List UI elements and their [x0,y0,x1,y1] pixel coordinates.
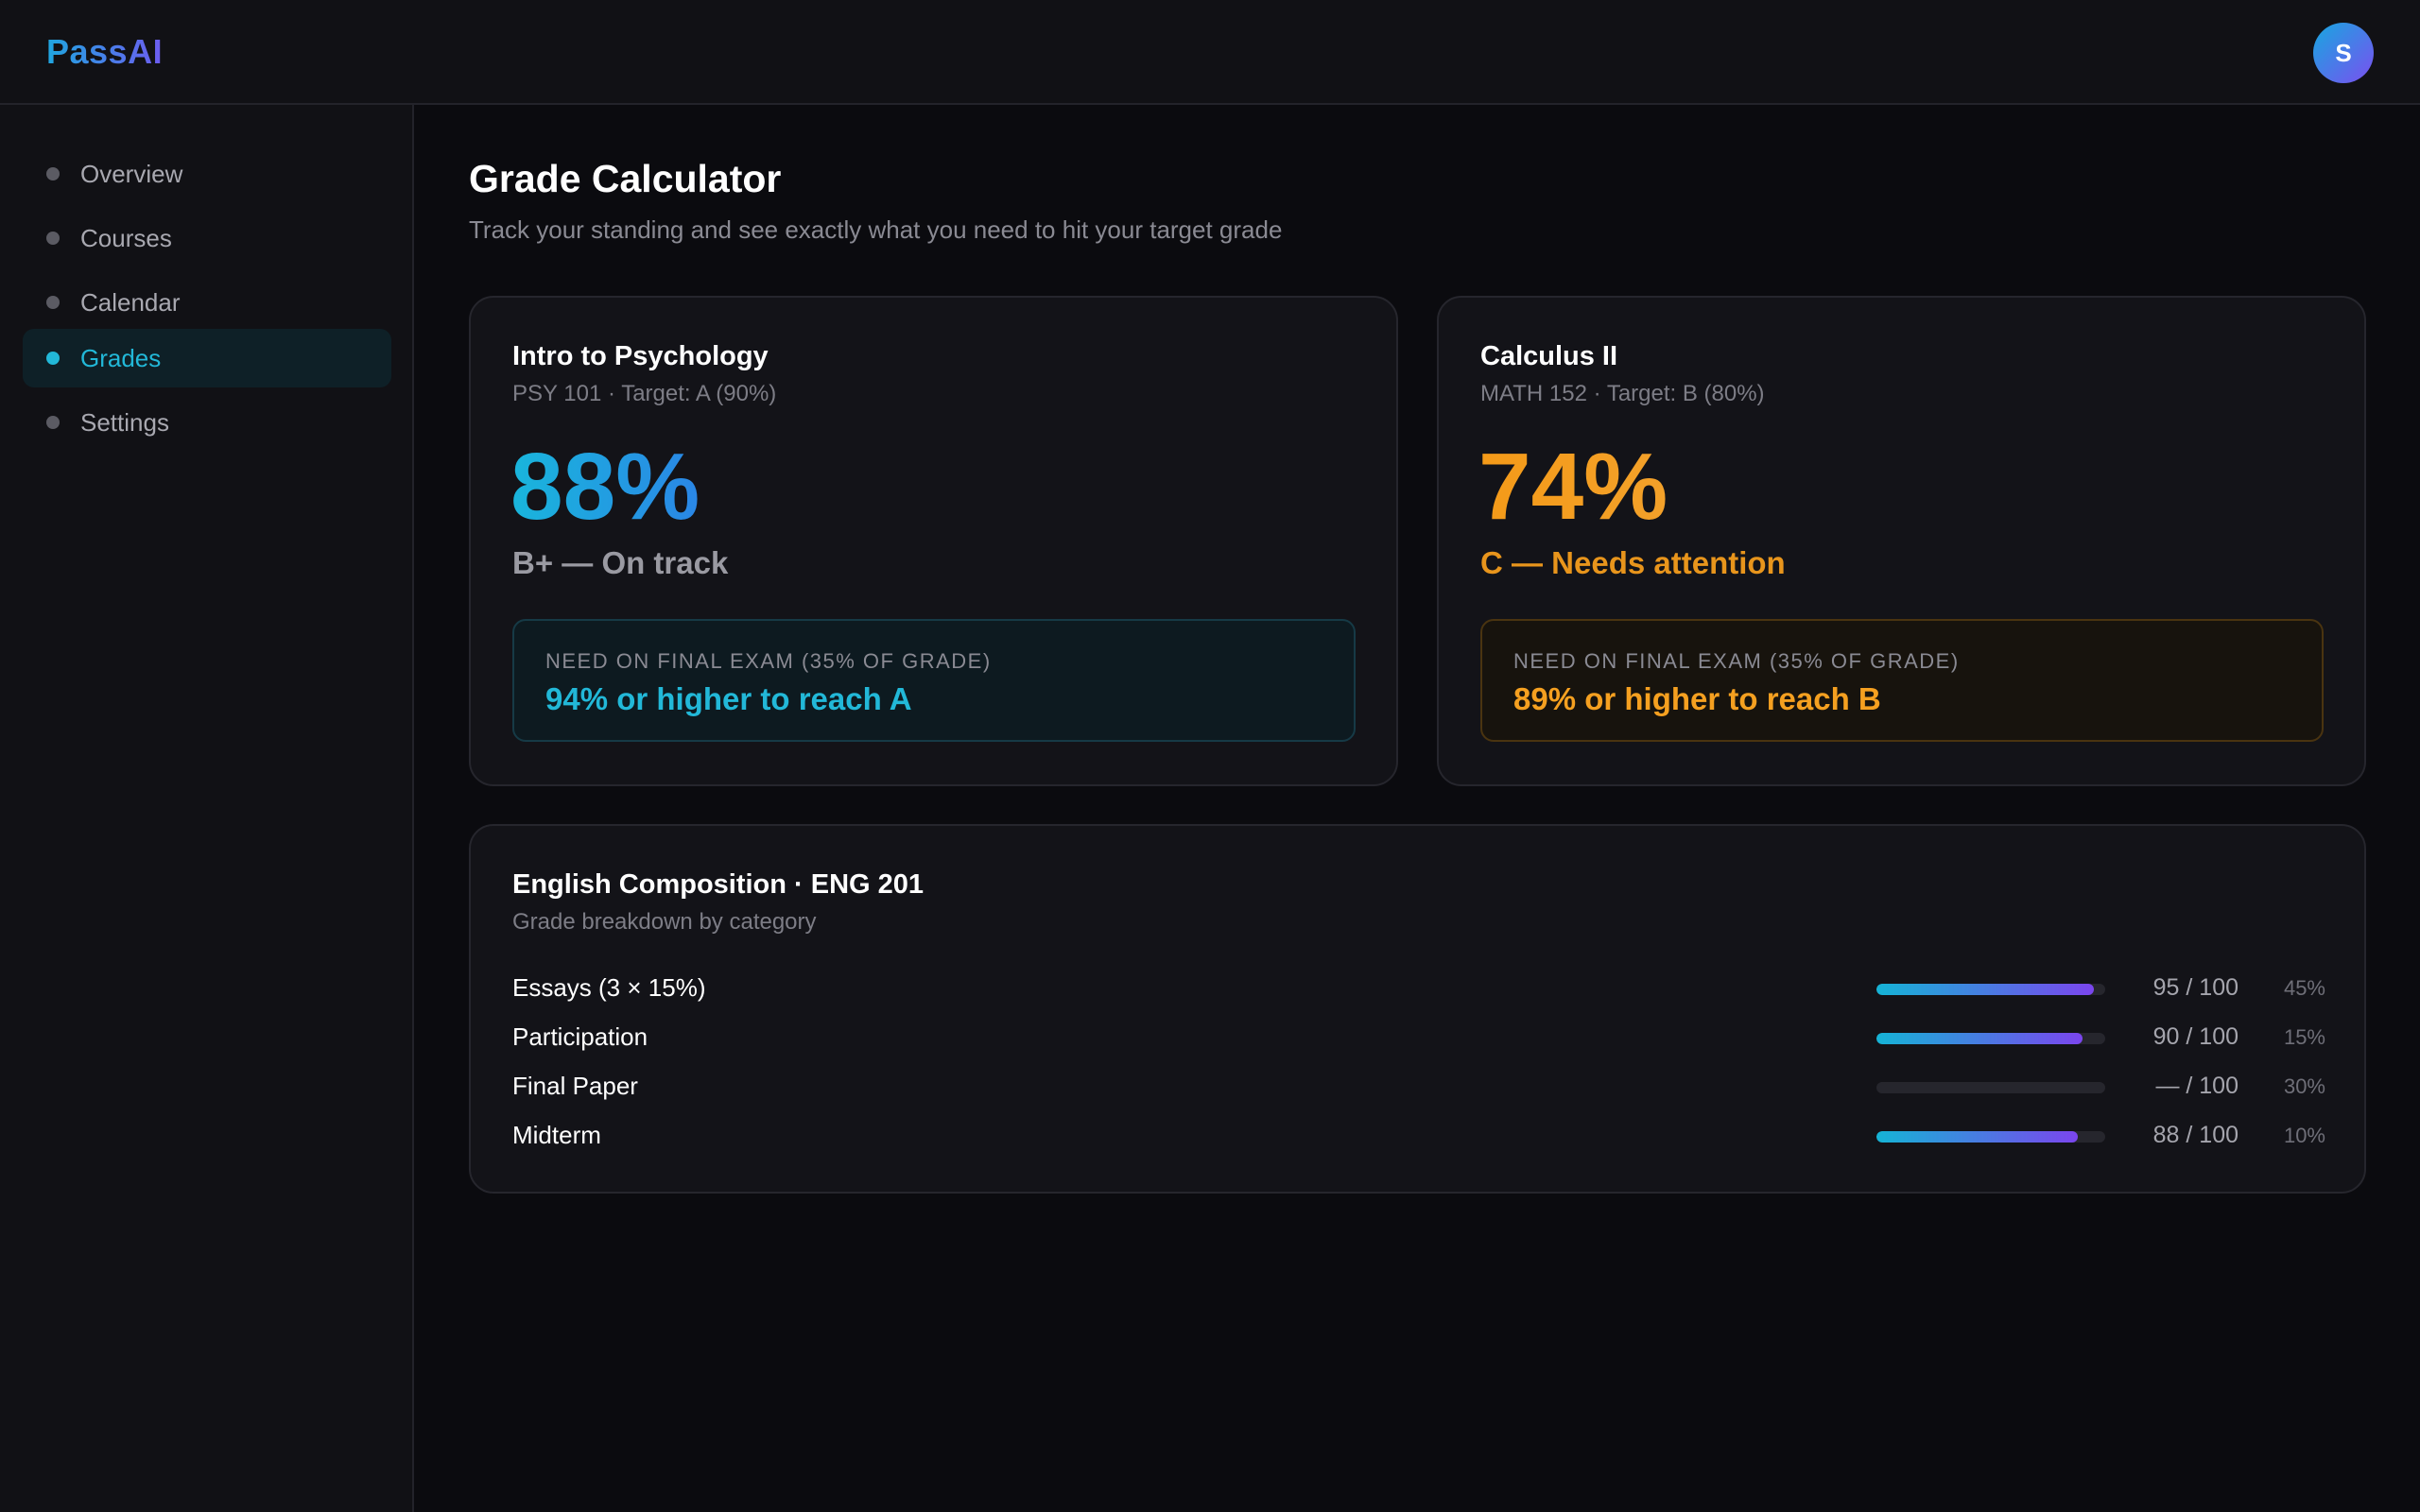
course-card-calculus: Calculus II MATH 152 · Target: B (80%) 7… [1437,296,2366,786]
score-progress-fill [1876,984,2094,995]
breakdown-row: Final Paper — / 100 30% [512,1068,2325,1106]
requirement-label: NEED ON FINAL EXAM (35% OF GRADE) [545,649,992,673]
course-card-psychology: Intro to Psychology PSY 101 · Target: A … [469,296,1398,786]
sidebar-item-grades[interactable]: Grades [23,329,391,387]
category-name: Midterm [512,1121,601,1149]
grade-breakdown-card: English Composition · ENG 201 Grade brea… [469,824,2366,1194]
grade-status: B+ — On track [512,545,729,580]
category-score: 90 / 100 [2152,1023,2238,1050]
final-exam-requirement: NEED ON FINAL EXAM (35% OF GRADE) 94% or… [512,619,1356,742]
dot-icon [46,416,60,429]
user-avatar[interactable]: S [2313,23,2374,83]
score-progress-bar [1876,1033,2105,1044]
top-bar: PassAI S [0,0,2420,105]
dot-icon [46,232,60,245]
requirement-value: 89% or higher to reach B [1513,681,1881,716]
score-progress-fill [1876,1131,2078,1143]
category-name: Final Paper [512,1072,638,1100]
requirement-label: NEED ON FINAL EXAM (35% OF GRADE) [1513,649,1960,673]
sidebar-item-label: Calendar [80,287,181,317]
requirement-value: 94% or higher to reach A [545,681,912,716]
score-progress-bar [1876,1082,2105,1093]
breakdown-row: Participation 90 / 100 15% [512,1019,2325,1057]
page-subtitle: Track your standing and see exactly what… [469,215,1283,244]
category-name: Participation [512,1022,648,1051]
category-weight: 30% [2283,1074,2325,1098]
breakdown-row: Midterm 88 / 100 10% [512,1117,2325,1155]
category-score: 88 / 100 [2152,1122,2238,1148]
sidebar-item-label: Settings [80,407,169,437]
category-weight: 10% [2283,1124,2325,1147]
breakdown-row: Essays (3 × 15%) 95 / 100 45% [512,970,2325,1007]
dot-icon [46,167,60,180]
current-grade-percent: 74% [1478,434,1668,540]
sidebar-item-label: Overview [80,159,183,188]
sidebar-item-label: Courses [80,223,172,252]
current-grade-percent: 88% [510,434,700,540]
score-progress-fill [1876,1033,2083,1044]
score-progress-bar [1876,984,2105,995]
breakdown-title: English Composition · ENG 201 [512,869,925,900]
course-title: Intro to Psychology [512,341,769,371]
category-score: 95 / 100 [2152,974,2238,1001]
sidebar-item-overview[interactable]: Overview [23,145,391,203]
course-meta: MATH 152 · Target: B (80%) [1480,381,1765,406]
category-name: Essays (3 × 15%) [512,973,706,1002]
sidebar: Overview Courses Calendar Grades Setting… [0,105,414,1512]
sidebar-item-courses[interactable]: Courses [23,209,391,267]
page-title: Grade Calculator [469,157,782,200]
course-meta: PSY 101 · Target: A (90%) [512,381,777,406]
sidebar-item-label: Grades [80,343,162,372]
course-title: Calculus II [1480,341,1618,371]
grade-status: C — Needs attention [1480,545,1786,580]
dot-icon [46,352,60,365]
dot-icon [46,296,60,309]
sidebar-item-calendar[interactable]: Calendar [23,273,391,332]
category-weight: 45% [2283,976,2325,1000]
category-score: — / 100 [2155,1073,2238,1099]
score-progress-bar [1876,1131,2105,1143]
final-exam-requirement: NEED ON FINAL EXAM (35% OF GRADE) 89% or… [1480,619,2324,742]
app-logo[interactable]: PassAI [46,32,163,72]
breakdown-subtitle: Grade breakdown by category [512,909,817,935]
sidebar-item-settings[interactable]: Settings [23,393,391,452]
category-weight: 15% [2283,1025,2325,1049]
